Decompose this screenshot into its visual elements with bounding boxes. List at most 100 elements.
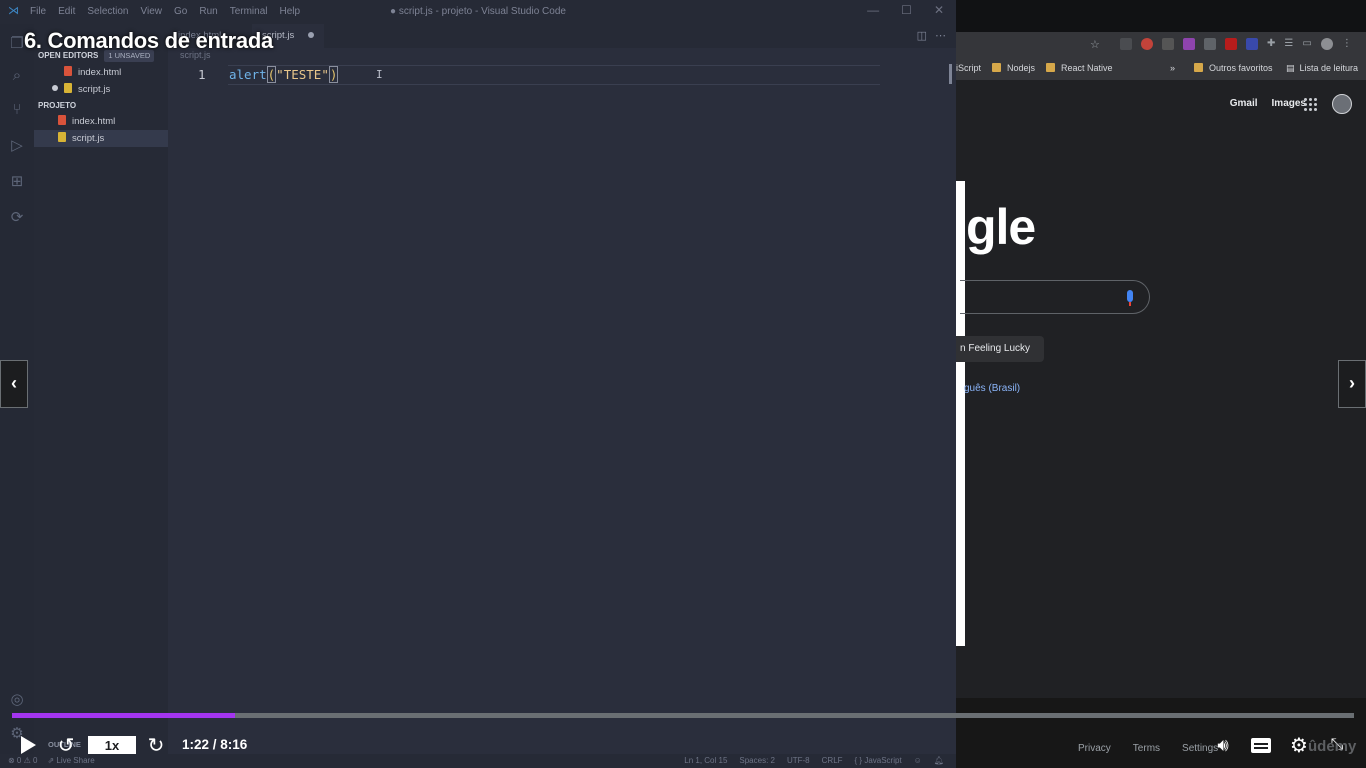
voice-search-mic-icon <box>1129 302 1131 306</box>
close-icon[interactable]: ✕ <box>934 3 944 17</box>
google-apps-icon[interactable] <box>1304 98 1318 112</box>
video-progress-fill <box>12 713 235 718</box>
extension-icon[interactable] <box>1183 38 1195 50</box>
extensions-icon[interactable]: ⊞ <box>7 172 27 192</box>
google-logo: gle <box>966 199 1036 255</box>
search-icon[interactable]: ⌕ <box>7 66 27 86</box>
unsaved-dot-icon[interactable] <box>308 32 315 38</box>
text-cursor-icon: I <box>376 68 383 81</box>
extension-icon[interactable] <box>1162 38 1174 50</box>
breadcrumb[interactable]: script.js <box>168 48 956 62</box>
reading-list-icon: ▤ <box>1286 63 1295 73</box>
extension-icon[interactable] <box>1120 38 1132 50</box>
split-editor-icon[interactable]: ◫ <box>917 29 927 42</box>
line-number: 1 <box>198 67 206 82</box>
open-editor-item[interactable]: script.js <box>34 81 168 98</box>
browser-toolbar: ☆ ✚ ☰ ▭ ⋮ <box>956 32 1366 58</box>
feeling-lucky-button[interactable]: n Feeling Lucky <box>956 336 1044 362</box>
rewind-icon: ↺ <box>57 734 75 757</box>
editor-tabs: index.html script.js ◫ ⋯ <box>168 24 956 48</box>
google-account-avatar[interactable] <box>1332 94 1352 114</box>
code-line[interactable]: alert("TESTE") <box>229 66 339 83</box>
captions-icon <box>1251 737 1271 753</box>
browser-tabstrip <box>956 0 1366 32</box>
profile-avatar[interactable] <box>1320 38 1333 50</box>
js-file-icon <box>64 83 72 93</box>
project-folder-header[interactable]: PROJETO <box>34 98 168 114</box>
voice-search-mic-icon[interactable] <box>1127 290 1133 302</box>
popup-edge <box>956 181 965 646</box>
remote-icon[interactable]: ⟳ <box>7 208 27 228</box>
screen: ⋊ File Edit Selection View Go Run Termin… <box>0 0 1366 768</box>
extension-icon[interactable] <box>1141 38 1153 50</box>
next-lecture-button[interactable]: › <box>1338 360 1366 408</box>
extension-icon[interactable] <box>1204 38 1216 50</box>
extension-icons: ✚ ☰ ▭ ⋮ <box>1120 38 1352 50</box>
bookmark-item[interactable]: iScript <box>956 63 981 73</box>
forward-icon: ↻ <box>147 734 165 757</box>
extension-icon[interactable] <box>1246 38 1258 50</box>
volume-icon: 🔊︎ <box>1217 734 1229 755</box>
code-paren-token: ( <box>266 66 277 83</box>
html-file-icon <box>58 115 66 125</box>
js-file-icon <box>58 132 66 142</box>
chevron-right-icon: › <box>1349 373 1355 393</box>
time-display: 1:22 / 8:16 <box>182 737 248 752</box>
window-title: ● script.js - projeto - Visual Studio Co… <box>390 6 566 17</box>
project-file-item[interactable]: index.html <box>34 113 168 130</box>
gear-icon: ⚙ <box>1290 734 1308 757</box>
rewind-5s-button[interactable]: ↺ <box>52 728 80 762</box>
code-editor[interactable]: 1 alert("TESTE") I <box>168 62 956 712</box>
play-icon <box>20 736 36 754</box>
unsaved-dot-icon <box>52 85 58 91</box>
code-paren-token: ) <box>328 66 339 83</box>
code-string-token: "TESTE" <box>276 67 329 82</box>
bookmark-item[interactable]: React Native <box>1046 63 1113 73</box>
vscode-window: ⋊ File Edit Selection View Go Run Termin… <box>0 0 956 768</box>
browser-window: ☆ ✚ ☰ ▭ ⋮ iScript Nodejs React Native » … <box>956 0 1366 768</box>
previous-lecture-button[interactable]: ‹ <box>0 360 28 408</box>
captions-button[interactable] <box>1248 728 1274 762</box>
maximize-icon[interactable]: ☐ <box>901 3 912 17</box>
chevron-left-icon: ‹ <box>11 373 17 393</box>
lecture-title: 6. Comandos de entrada <box>24 28 273 53</box>
extensions-puzzle-icon[interactable]: ✚ <box>1267 38 1275 50</box>
project-file-item[interactable]: script.js <box>34 130 168 147</box>
sidebar-icon[interactable]: ▭ <box>1302 38 1311 50</box>
code-function-token: alert <box>229 67 267 82</box>
open-editor-item[interactable]: index.html <box>34 64 168 81</box>
editor-actions: ◫ ⋯ <box>917 29 946 42</box>
google-search-box[interactable] <box>960 280 1150 314</box>
extension-icon[interactable] <box>1225 38 1237 50</box>
reading-list-icon[interactable]: ☰ <box>1284 38 1293 50</box>
volume-button[interactable]: 🔊︎ <box>1210 728 1236 762</box>
forward-5s-button[interactable]: ↻ <box>142 728 170 762</box>
more-actions-icon[interactable]: ⋯ <box>935 29 946 42</box>
folder-icon <box>1194 63 1203 72</box>
minimize-icon[interactable]: — <box>867 3 879 17</box>
folder-icon <box>1046 63 1055 72</box>
editor-scrollbar[interactable] <box>949 64 952 84</box>
bookmarks-overflow[interactable]: » <box>1170 63 1175 73</box>
bookmarks-bar: iScript Nodejs React Native » Outros fav… <box>956 58 1366 80</box>
account-icon[interactable]: ◎ <box>7 690 27 710</box>
folder-icon <box>992 63 1001 72</box>
explorer-sidebar: OPEN EDITORS 1 UNSAVED index.html script.… <box>34 24 168 754</box>
source-control-icon[interactable]: ⑂ <box>7 100 27 120</box>
google-top-links: Gmail Images <box>1230 98 1306 109</box>
playback-speed-button[interactable]: 1x <box>88 736 136 754</box>
run-debug-icon[interactable]: ▷ <box>7 136 27 156</box>
bookmark-star-icon[interactable]: ☆ <box>1090 38 1100 51</box>
gmail-link[interactable]: Gmail <box>1230 98 1258 109</box>
udemy-logo: ûdemy <box>1308 738 1357 755</box>
bookmark-item[interactable]: ▤ Lista de leitura <box>1286 63 1358 74</box>
video-progress-bar[interactable] <box>12 713 1354 718</box>
images-link[interactable]: Images <box>1272 98 1306 109</box>
player-controls: ↺ 1x ↻ 1:22 / 8:16 🔊︎ ⚙ ⤡ <box>0 728 1366 762</box>
play-button[interactable] <box>14 728 42 762</box>
html-file-icon <box>64 66 72 76</box>
bookmark-item[interactable]: Nodejs <box>992 63 1035 73</box>
language-link[interactable]: guês (Brasil) <box>964 383 1020 394</box>
bookmark-item[interactable]: Outros favoritos <box>1194 63 1273 73</box>
browser-menu-icon[interactable]: ⋮ <box>1342 38 1352 50</box>
